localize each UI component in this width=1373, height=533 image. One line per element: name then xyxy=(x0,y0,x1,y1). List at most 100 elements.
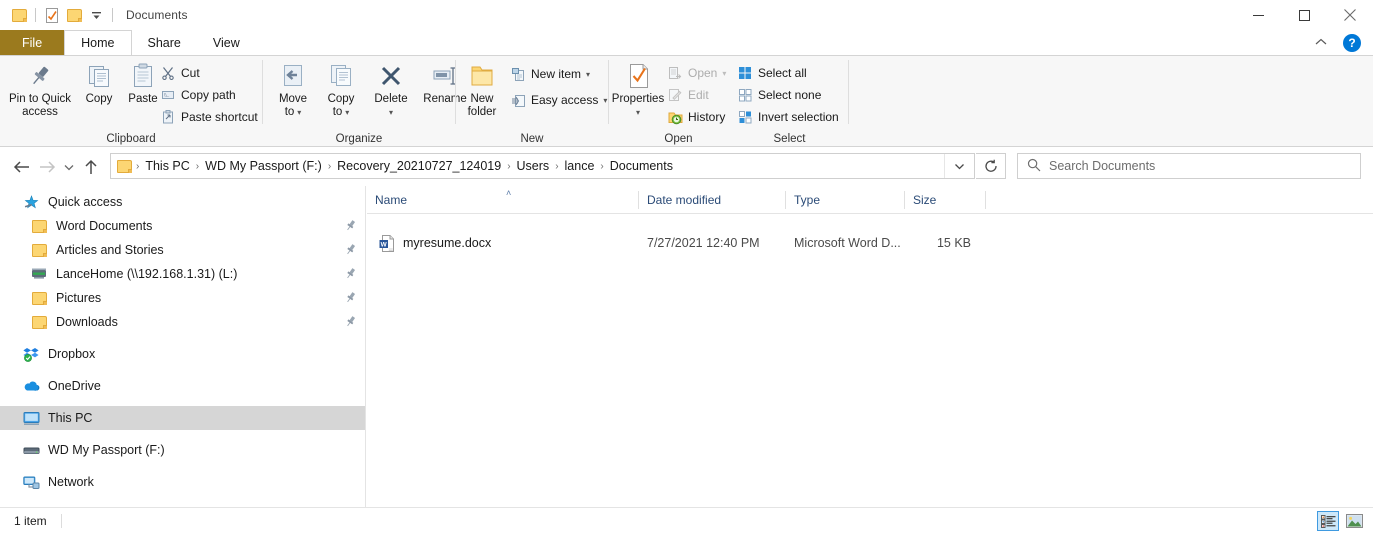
copy-to-icon xyxy=(316,59,366,93)
move-to-caret-icon[interactable]: ▾ xyxy=(297,106,301,119)
move-to-label-1: Move xyxy=(278,93,308,105)
column-divider-4[interactable] xyxy=(985,191,986,209)
ribbon-group-organize: Move to ▾ Copy to ▾ Delete ▾ Rename Orga… xyxy=(263,56,467,147)
column-header-type[interactable]: Type xyxy=(786,186,904,213)
help-button[interactable]: ? xyxy=(1343,33,1361,52)
pin-icon[interactable] xyxy=(345,291,357,305)
copy-to-button[interactable]: Copy to ▾ xyxy=(316,59,366,119)
sidebar-label-word-documents: Word Documents xyxy=(56,219,153,233)
breadcrumb[interactable]: › This PC › WD My Passport (F:) › Recove… xyxy=(111,154,944,178)
breadcrumb-item-wd-my-passport[interactable]: WD My Passport (F:) xyxy=(201,159,326,173)
details-view-button[interactable] xyxy=(1317,511,1339,531)
previous-locations-chevron-icon[interactable] xyxy=(944,154,974,178)
new-item-button[interactable]: New item ▾ xyxy=(510,63,590,85)
qat-separator-1 xyxy=(35,8,36,22)
recent-locations-button[interactable] xyxy=(60,154,78,180)
svg-text:\\..: \\.. xyxy=(164,93,170,99)
sidebar-item-word-documents[interactable]: Word Documents xyxy=(0,214,365,238)
maximize-button[interactable] xyxy=(1281,0,1327,30)
file-size-cell: 15 KB xyxy=(936,236,971,250)
pin-icon[interactable] xyxy=(345,315,357,329)
edit-button[interactable]: Edit xyxy=(667,84,709,106)
file-name-cell[interactable]: W myresume.docx xyxy=(379,230,491,256)
pin-icon[interactable] xyxy=(345,267,357,281)
sidebar-item-downloads[interactable]: Downloads xyxy=(0,310,365,334)
delete-caret-icon[interactable]: ▾ xyxy=(389,108,393,117)
delete-label: Delete xyxy=(374,93,408,105)
copy-button[interactable]: Copy xyxy=(76,59,122,106)
sidebar-item-pictures[interactable]: Pictures xyxy=(0,286,365,310)
qat-properties-check-icon[interactable] xyxy=(41,4,63,26)
qat-new-folder-icon[interactable] xyxy=(63,4,85,26)
new-folder-button[interactable]: New folder xyxy=(458,59,506,119)
breadcrumb-item-lance[interactable]: lance xyxy=(561,159,599,173)
view-mode-buttons xyxy=(1317,511,1365,531)
properties-caret-icon[interactable]: ▾ xyxy=(636,108,640,117)
breadcrumb-item-users[interactable]: Users xyxy=(513,159,554,173)
new-item-caret-icon[interactable]: ▾ xyxy=(586,70,590,79)
move-to-button[interactable]: Move to ▾ xyxy=(268,59,318,119)
tab-view[interactable]: View xyxy=(196,30,256,55)
sidebar-item-lancehome[interactable]: LanceHome (\\192.168.1.31) (L:) xyxy=(0,262,365,286)
column-header-date-modified[interactable]: Date modified xyxy=(639,186,785,213)
cut-button[interactable]: Cut xyxy=(160,62,200,84)
qat-dropdown-arrow-icon[interactable] xyxy=(85,4,107,26)
invert-selection-button[interactable]: Invert selection xyxy=(737,106,839,128)
breadcrumb-item-this-pc[interactable]: This PC xyxy=(141,159,193,173)
sidebar-item-dropbox[interactable]: Dropbox xyxy=(0,342,365,366)
easy-access-button[interactable]: Easy access ▾ xyxy=(510,89,607,111)
sidebar-item-network[interactable]: Network xyxy=(0,470,365,494)
pin-icon[interactable] xyxy=(345,219,357,233)
column-header-size[interactable]: Size xyxy=(905,186,985,213)
easy-access-caret-icon[interactable]: ▾ xyxy=(603,96,607,105)
sidebar-item-wd-my-passport[interactable]: WD My Passport (F:) xyxy=(0,438,365,462)
large-icons-view-button[interactable] xyxy=(1343,511,1365,531)
copy-path-button[interactable]: \\.. Copy path xyxy=(160,84,236,106)
forward-button[interactable] xyxy=(34,154,60,180)
address-bar[interactable]: › This PC › WD My Passport (F:) › Recove… xyxy=(110,153,975,179)
sidebar-item-this-pc[interactable]: This PC xyxy=(0,406,365,430)
paste-shortcut-button[interactable]: Paste shortcut xyxy=(160,106,258,128)
breadcrumb-item-documents[interactable]: Documents xyxy=(606,159,677,173)
up-button[interactable] xyxy=(78,154,104,180)
refresh-button[interactable] xyxy=(976,153,1006,179)
tab-file[interactable]: File xyxy=(0,30,65,55)
copy-icon xyxy=(76,59,122,93)
quick-access-star-icon xyxy=(22,194,40,210)
open-caret-icon[interactable]: ▾ xyxy=(722,69,726,78)
search-box[interactable]: Search Documents xyxy=(1017,153,1361,179)
tab-share[interactable]: Share xyxy=(131,30,197,55)
window-title: Documents xyxy=(126,8,188,22)
properties-button[interactable]: Properties ▾ xyxy=(609,59,667,119)
copy-to-caret-icon[interactable]: ▾ xyxy=(345,106,349,119)
collapse-ribbon-chevron-icon[interactable] xyxy=(1309,37,1333,49)
tab-home[interactable]: Home xyxy=(64,30,132,55)
title-bar: Documents xyxy=(0,0,1373,30)
table-row[interactable]: W myresume.docx 7/27/2021 12:40 PM Micro… xyxy=(367,230,1373,256)
delete-button[interactable]: Delete ▾ xyxy=(364,59,418,119)
breadcrumb-separator-2: › xyxy=(327,160,332,172)
qat-folder-icon[interactable] xyxy=(8,4,30,26)
column-header-name[interactable]: Name xyxy=(367,186,638,213)
minimize-button[interactable] xyxy=(1235,0,1281,30)
folder-icon xyxy=(30,290,48,306)
pin-to-quick-access-button[interactable]: Pin to Quick access xyxy=(4,59,76,119)
history-button[interactable]: History xyxy=(667,106,725,128)
sidebar-item-onedrive[interactable]: OneDrive xyxy=(0,374,365,398)
open-button[interactable]: Open ▾ xyxy=(667,62,726,84)
sidebar-item-articles-and-stories[interactable]: Articles and Stories xyxy=(0,238,365,262)
search-input[interactable]: Search Documents xyxy=(1049,159,1155,173)
breadcrumb-item-recovery[interactable]: Recovery_20210727_124019 xyxy=(333,159,505,173)
select-none-button[interactable]: Select none xyxy=(737,84,821,106)
ribbon-group-select: Select all Select none Invert selection … xyxy=(731,56,848,147)
new-item-label: New item xyxy=(531,67,582,81)
sidebar-label-articles-and-stories: Articles and Stories xyxy=(56,243,164,257)
close-button[interactable] xyxy=(1327,0,1373,30)
delete-x-icon xyxy=(364,59,418,93)
back-button[interactable] xyxy=(8,154,34,180)
breadcrumb-separator-1: › xyxy=(195,160,200,172)
sidebar-label-lancehome: LanceHome (\\192.168.1.31) (L:) xyxy=(56,267,238,281)
sidebar-item-quick-access[interactable]: Quick access xyxy=(0,190,365,214)
pin-icon[interactable] xyxy=(345,243,357,257)
select-all-button[interactable]: Select all xyxy=(737,62,807,84)
